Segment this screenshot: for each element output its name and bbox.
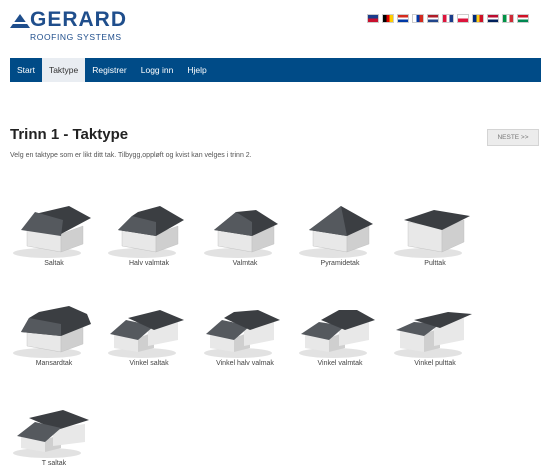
hip-roof-icon	[204, 210, 278, 258]
roof-type-label: Vinkel saltak	[129, 360, 169, 367]
language-flag-icon[interactable]	[472, 14, 484, 23]
language-flag-icon[interactable]	[427, 14, 439, 23]
brand-subtitle: ROOFING SYSTEMS	[30, 32, 122, 42]
language-flag-icon[interactable]	[502, 14, 514, 23]
roof-type-label: Vinkel halv valmak	[216, 360, 274, 367]
mansard-roof-icon	[13, 306, 91, 358]
nav-item-logg-inn[interactable]: Logg inn	[134, 58, 181, 82]
roof-type-pyramidetak[interactable]: Pyramidetak	[293, 198, 387, 272]
roof-type-label: T saltak	[41, 460, 67, 467]
roof-type-label: Halv valmtak	[128, 260, 170, 267]
language-flag-icon[interactable]	[457, 14, 469, 23]
l-gable-roof-icon	[108, 310, 184, 358]
language-flag-icon[interactable]	[367, 14, 379, 23]
next-button[interactable]: NESTE >>	[487, 129, 539, 146]
roof-type-t-saltak[interactable]: T saltak	[7, 398, 101, 472]
roof-type-pulttak[interactable]: Pulttak	[388, 198, 482, 272]
t-gable-roof-icon	[13, 410, 89, 458]
language-flag-icon[interactable]	[487, 14, 499, 23]
half-hip-roof-icon	[108, 206, 184, 258]
roof-type-vinkel-halv-valmak[interactable]: Vinkel halv valmak	[198, 298, 292, 372]
l-half-hip-roof-icon	[204, 310, 280, 358]
language-flag-icon[interactable]	[412, 14, 424, 23]
roof-type-vinkel-valmtak[interactable]: Vinkel valmtak	[293, 298, 387, 372]
roof-type-vinkel-saltak[interactable]: Vinkel saltak	[102, 298, 196, 372]
page-title: Trinn 1 - Taktype	[10, 126, 129, 143]
language-flag-icon[interactable]	[382, 14, 394, 23]
l-shed-roof-icon	[394, 312, 472, 358]
roof-type-halv-valmtak[interactable]: Halv valmtak	[102, 198, 196, 272]
roof-type-valmtak[interactable]: Valmtak	[198, 198, 292, 272]
roof-type-saltak[interactable]: Saltak	[7, 198, 101, 272]
language-flags	[367, 14, 529, 23]
main-navigation: Start Taktype Registrer Logg inn Hjelp	[10, 58, 541, 82]
language-flag-icon[interactable]	[397, 14, 409, 23]
nav-item-registrer[interactable]: Registrer	[85, 58, 133, 82]
language-flag-icon[interactable]	[442, 14, 454, 23]
language-flag-icon[interactable]	[517, 14, 529, 23]
roof-type-label: Saltak	[44, 260, 64, 267]
roof-type-mansardtak[interactable]: Mansardtak	[7, 298, 101, 372]
shed-roof-icon	[394, 210, 470, 258]
roof-type-label: Valmtak	[232, 260, 258, 267]
nav-item-taktype[interactable]: Taktype	[41, 58, 86, 82]
pyramid-roof-icon	[299, 206, 373, 258]
gable-roof-icon	[13, 206, 91, 258]
roof-type-label: Pyramidetak	[320, 260, 360, 267]
nav-item-hjelp[interactable]: Hjelp	[180, 58, 213, 82]
logo-triangle-icon	[10, 14, 30, 28]
roof-type-label: Vinkel valmtak	[317, 360, 363, 367]
l-hip-roof-icon	[299, 310, 375, 358]
brand-name: GERARD	[30, 8, 128, 31]
roof-type-label: Pulttak	[424, 260, 446, 267]
roof-type-label: Vinkel pulttak	[414, 360, 456, 367]
nav-item-start[interactable]: Start	[10, 58, 42, 82]
page-description: Velg en taktype som er likt ditt tak. Ti…	[10, 152, 252, 159]
gerard-logo[interactable]: GERARD ROOFING SYSTEMS	[10, 8, 140, 42]
roof-type-vinkel-pulttak[interactable]: Vinkel pulttak	[388, 298, 482, 372]
roof-type-label: Mansardtak	[35, 360, 73, 367]
